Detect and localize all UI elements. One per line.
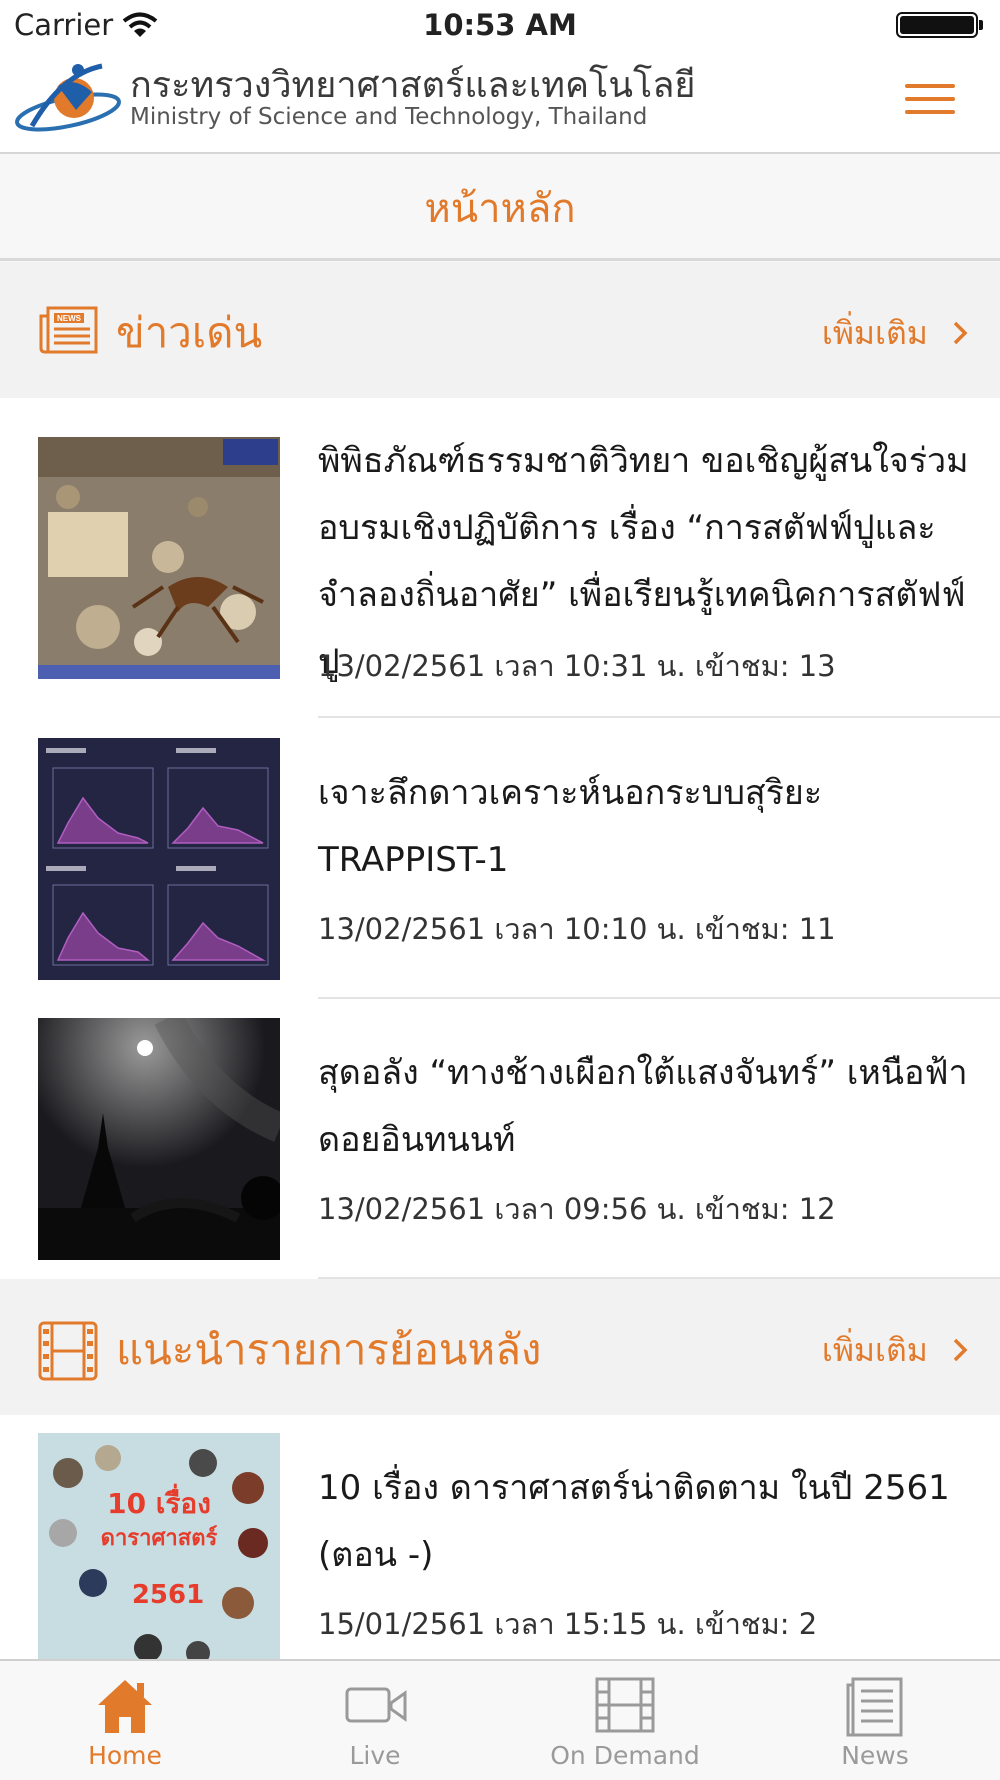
replay-item-meta: 15/01/2561 เวลา 15:15 น. เข้าชม: 2: [318, 1607, 818, 1641]
page-title: หน้าหลัก: [424, 186, 576, 232]
tab-live[interactable]: Live: [250, 1661, 500, 1780]
newspaper-icon: NEWS: [38, 304, 100, 360]
ministry-name-english: Ministry of Science and Technology, Thai…: [130, 104, 648, 130]
news-item-meta: 13/02/2561 เวลา 09:56 น. เข้าชม: 12: [318, 1192, 836, 1226]
news-item[interactable]: เจาะลึกดาวเคราะห์นอกระบบสุริยะ TRAPPIST-…: [0, 718, 1000, 999]
news-item[interactable]: พิพิธภัณฑ์ธรรมชาติวิทยา ขอเชิญผู้สนใจร่ว…: [0, 398, 1000, 718]
tab-on-demand[interactable]: On Demand: [500, 1661, 750, 1780]
news-thumbnail-trappist: [38, 738, 280, 980]
tab-news-label: News: [841, 1741, 909, 1770]
status-bar: Carrier 10:53 AM: [0, 0, 1000, 50]
replay-section-header: แนะนำรายการย้อนหลัง เพิ่มเติม: [0, 1279, 1000, 1415]
app-header: กระทรวงวิทยาศาสตร์และเทคโนโลยี Ministry …: [0, 50, 1000, 154]
replay-more-label: เพิ่มเติม: [821, 1331, 928, 1369]
thumb-text-2: ดาราศาสตร์: [101, 1525, 218, 1551]
ministry-logo-icon: [12, 56, 124, 146]
newspaper-icon: [845, 1677, 905, 1741]
film-icon: [38, 1321, 98, 1385]
status-time: 10:53 AM: [423, 8, 577, 42]
chevron-right-icon: [952, 1333, 968, 1371]
home-icon: [95, 1677, 155, 1739]
menu-button[interactable]: [902, 80, 958, 120]
page-title-bar: หน้าหลัก: [0, 154, 1000, 261]
news-more-label: เพิ่มเติม: [821, 314, 928, 352]
tab-home-label: Home: [88, 1741, 162, 1770]
news-item-title: เจาะลึกดาวเคราะห์นอกระบบสุริยะ TRAPPIST-…: [318, 773, 823, 880]
thumb-text-3: 2561: [132, 1580, 204, 1610]
news-section-header: NEWS ข่าวเด่น เพิ่มเติม: [0, 262, 1000, 398]
thumb-text-1: 10 เรื่อง: [107, 1483, 211, 1520]
news-item-meta: 13/02/2561 เวลา 10:10 น. เข้าชม: 11: [318, 912, 836, 946]
hamburger-icon: [905, 84, 955, 88]
replay-more-link[interactable]: เพิ่มเติม: [822, 1325, 968, 1376]
replay-item[interactable]: 10 เรื่อง ดาราศาสตร์ 2561 10 เรื่อง ดารา…: [0, 1415, 1000, 1675]
tab-news[interactable]: News: [750, 1661, 1000, 1780]
replay-item-title: 10 เรื่อง ดาราศาสตร์น่าติดตาม ในปี 2561 …: [318, 1468, 950, 1575]
news-section-title: ข่าวเด่น: [116, 308, 263, 357]
news-item[interactable]: สุดอลัง “ทางช้างเผือกใต้แสงจันทร์” เหนือ…: [0, 999, 1000, 1279]
replay-section-title: แนะนำรายการย้อนหลัง: [116, 1325, 542, 1374]
film-icon: [595, 1677, 655, 1739]
chevron-right-icon: [952, 316, 968, 354]
news-item-meta: 13/02/2561 เวลา 10:31 น. เข้าชม: 13: [318, 649, 836, 683]
news-more-link[interactable]: เพิ่มเติม: [822, 308, 968, 359]
news-item-title: สุดอลัง “ทางช้างเผือกใต้แสงจันทร์” เหนือ…: [318, 1053, 968, 1160]
tab-home[interactable]: Home: [0, 1661, 250, 1780]
video-camera-icon: [345, 1677, 409, 1739]
replay-thumbnail-astronomy: 10 เรื่อง ดาราศาสตร์ 2561: [38, 1433, 280, 1675]
svg-text:NEWS: NEWS: [57, 314, 82, 323]
battery-icon: [896, 12, 986, 40]
tab-bar: Home Live On Demand News: [0, 1659, 1000, 1780]
tab-live-label: Live: [349, 1741, 401, 1770]
news-thumbnail-crab: [38, 437, 280, 679]
tab-on-demand-label: On Demand: [550, 1741, 700, 1770]
news-thumbnail-milky-way: [38, 1018, 280, 1260]
